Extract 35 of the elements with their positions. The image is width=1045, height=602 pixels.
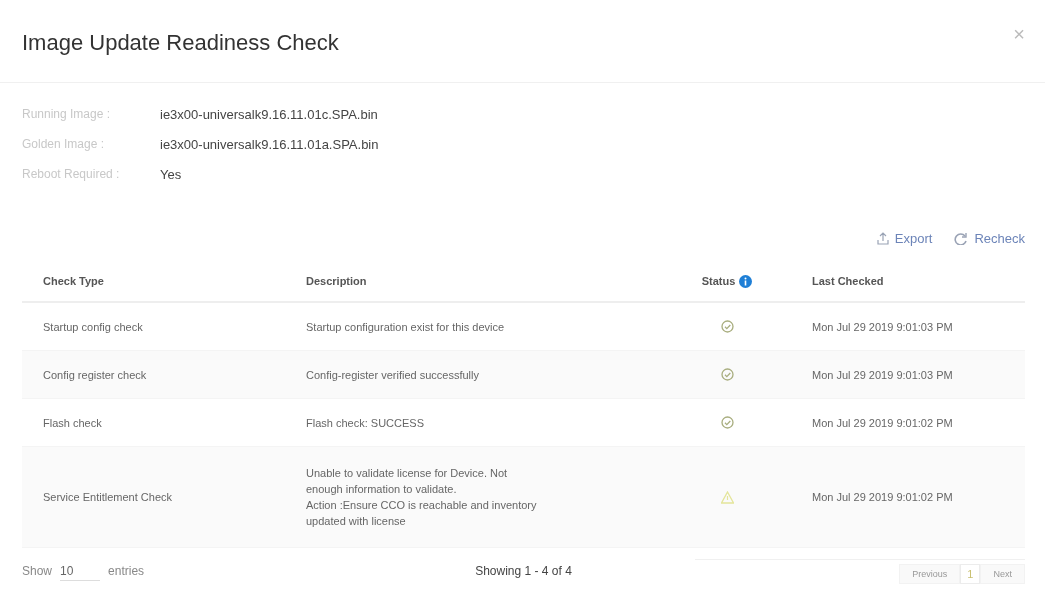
close-button[interactable]: × [1013,22,1025,46]
detail-value: Yes [160,166,182,182]
entries-label: entries [108,564,145,578]
check-circle-icon [720,320,734,333]
table-cell: Config register check [43,368,147,381]
table-cell: Startup config check [43,320,143,333]
column-header: Status [701,275,736,287]
table-cell: Mon Jul 29 2019 9:01:03 PM [812,320,953,333]
table-cell: Flash check [43,416,102,429]
action-button[interactable]: Export [876,227,933,249]
table-cell-text: Config-register verified successfully [306,367,479,383]
dialog-title: Image Update Readiness Check [22,29,339,56]
column-header: Check Type [43,275,104,287]
table-cell: Mon Jul 29 2019 9:01:02 PM [812,491,953,503]
table-cell: Mon Jul 29 2019 9:01:02 PM [812,416,953,429]
show-label: Show [22,564,53,578]
detail-value: ie3x00-universalk9.16.11.01c.SPA.bin [160,106,378,122]
check-circle-icon [720,416,734,429]
action-button[interactable]: Recheck [954,227,1025,249]
refresh-icon [954,231,969,245]
table-cell-text: Flash check: SUCCESS [306,415,424,431]
pagination-summary: Showing 1 - 4 of 4 [475,564,572,578]
export-icon [876,231,889,245]
detail-value: ie3x00-universalk9.16.11.01a.SPA.bin [160,136,379,152]
table-cell-text: Startup configuration exist for this device [306,319,505,335]
check-circle-icon [720,368,734,381]
page-size-select[interactable]: 10 [60,561,101,581]
table-cell: Mon Jul 29 2019 9:01:03 PM [812,368,953,381]
column-header: Description [306,275,367,287]
table-cell: Service Entitlement Check [43,491,172,503]
page-button[interactable]: 1 [960,563,981,584]
table-cell-text: Unable to validate license for Device. Not enough information to validate. Action :Ensure CCO is reachable and inventory updated with license [306,466,538,529]
column-header: Last Checked [812,275,884,287]
warning-icon [720,490,734,504]
info-icon [739,274,753,288]
